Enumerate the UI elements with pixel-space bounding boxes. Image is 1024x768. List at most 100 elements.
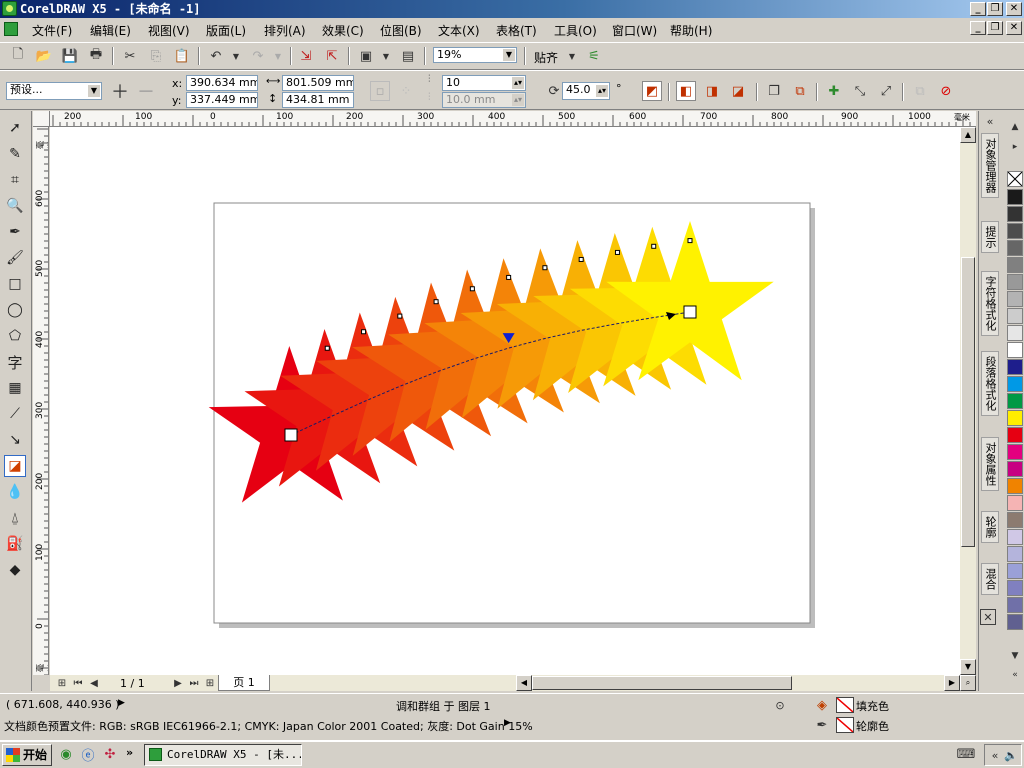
volume-icon[interactable]: 🔈 (1001, 745, 1021, 765)
delete-preset-icon[interactable]: － (136, 81, 156, 103)
scroll-right-icon[interactable]: ▶ (944, 675, 960, 691)
counterclockwise-blend-icon[interactable]: ◪ (728, 81, 748, 101)
options-icon[interactable]: ⚟ (584, 46, 604, 66)
zoom-tool-icon[interactable]: 🔍 (4, 195, 26, 217)
preset-dropdown-icon[interactable]: ▼ (88, 85, 100, 97)
blend-spacing-field[interactable]: 10.0 mm ▴▾ (442, 92, 526, 108)
palette-swatch[interactable] (1007, 563, 1023, 579)
blend-node-handle[interactable] (542, 265, 548, 271)
quicklaunch-more-icon[interactable]: » (126, 746, 133, 759)
palette-swatch[interactable] (1007, 461, 1023, 477)
save-icon[interactable]: 💾 (60, 46, 80, 66)
palette-swatch[interactable] (1007, 529, 1023, 545)
blend-node-handle[interactable] (324, 345, 330, 351)
palette-menu-icon[interactable]: ▸ (1005, 137, 1024, 157)
blend-tool-icon[interactable]: ◪ (4, 455, 26, 477)
docker-close-icon[interactable]: ✕ (980, 609, 996, 625)
scroll-up-icon[interactable]: ▲ (960, 127, 976, 143)
blend-end-handle[interactable] (683, 305, 697, 319)
snap-dropdown-icon[interactable]: ▼ (562, 46, 582, 66)
menu-help[interactable]: 帮助(H) (670, 22, 712, 39)
undo-icon[interactable]: ↶ (206, 46, 226, 66)
rotation-spinner-icon[interactable]: ▴▾ (596, 85, 608, 97)
start-button[interactable]: 开始 (2, 744, 52, 766)
freehand-tool-icon[interactable]: ✒ (4, 221, 26, 243)
doc-minimize-button[interactable]: _ (970, 21, 986, 35)
tab-page-1[interactable]: 页 1 (218, 675, 270, 691)
no-color-swatch[interactable] (1007, 171, 1023, 187)
undo-dropdown-icon[interactable]: ▼ (226, 46, 246, 66)
blend-node-handle[interactable] (361, 329, 367, 335)
steps-spinner-icon[interactable]: ▴▾ (512, 77, 524, 89)
adjust-acceleration-icon[interactable]: ⧉ (790, 81, 810, 101)
docker-tab-object-properties[interactable]: 对象属性 (981, 437, 999, 491)
zoom-level-select[interactable]: 19% ▼ (433, 47, 517, 63)
palette-swatch[interactable] (1007, 427, 1023, 443)
redo-icon[interactable]: ↷ (248, 46, 268, 66)
profile-expand-icon[interactable]: ▶ (504, 718, 511, 728)
blend-rotation-field[interactable]: 45.0 ▴▾ (562, 82, 610, 100)
paste-icon[interactable]: 📋 (172, 46, 192, 66)
drawing-canvas[interactable] (50, 127, 960, 675)
interactive-fill-tool-icon[interactable]: ◆ (4, 559, 26, 581)
menu-layout[interactable]: 版面(L) (206, 22, 246, 39)
direct-blend-icon[interactable]: ◧ (676, 81, 696, 101)
copy-blend-properties-icon[interactable]: ⧉ (910, 81, 930, 101)
print-icon[interactable]: 🖶 (86, 46, 106, 66)
cut-icon[interactable]: ✂ (120, 46, 140, 66)
y-position-field[interactable]: 337.449 mm (186, 92, 258, 108)
palette-swatch[interactable] (1007, 597, 1023, 613)
launcher-dropdown-icon[interactable]: ▼ (376, 46, 396, 66)
previous-page-icon[interactable]: ◀ (84, 673, 104, 693)
menu-table[interactable]: 表格(T) (496, 22, 537, 39)
pick-tool-icon[interactable]: ➚ (4, 117, 26, 139)
horizontal-scroll-thumb[interactable] (532, 676, 792, 690)
ruler-origin[interactable] (33, 111, 50, 127)
blend-node-handle[interactable] (469, 286, 475, 292)
fill-color-swatch[interactable] (836, 697, 854, 713)
spacing-spinner-icon[interactable]: ▴▾ (512, 94, 524, 106)
smart-fill-tool-icon[interactable]: 🖌 (4, 247, 26, 269)
palette-swatch[interactable] (1007, 223, 1023, 239)
palette-scroll-up-icon[interactable]: ▲ (1005, 117, 1024, 137)
palette-swatch[interactable] (1007, 614, 1023, 630)
palette-expand-icon[interactable]: « (1005, 665, 1024, 685)
outline-pen-tool-icon[interactable]: ⍙ (4, 507, 26, 529)
docker-tab-object-manager[interactable]: 对象管理器 (981, 133, 999, 198)
doc-restore-button[interactable]: ❐ (987, 21, 1003, 35)
redo-dropdown-icon[interactable]: ▼ (268, 46, 288, 66)
vertical-scroll-thumb[interactable] (961, 257, 975, 547)
blend-node-handle[interactable] (687, 238, 693, 244)
palette-swatch[interactable] (1007, 393, 1023, 409)
horizontal-ruler[interactable]: 200 100 0 100 200 300 400 500 600 700 80… (50, 111, 976, 127)
connector-tool-icon[interactable]: ↘ (4, 429, 26, 451)
color-proof-icon[interactable]: ⊙ (770, 695, 790, 715)
menu-arrange[interactable]: 排列(A) (264, 22, 306, 39)
palette-swatch[interactable] (1007, 342, 1023, 358)
chrome-icon[interactable]: ◉ (56, 744, 76, 764)
palette-swatch[interactable] (1007, 580, 1023, 596)
blend-node-handle[interactable] (506, 274, 512, 280)
text-tool-icon[interactable]: 字 (4, 351, 26, 373)
palette-swatch[interactable] (1007, 546, 1023, 562)
palette-swatch[interactable] (1007, 478, 1023, 494)
ellipse-tool-icon[interactable]: ◯ (4, 299, 26, 321)
blend-node-handle[interactable] (578, 256, 584, 262)
taskbar-coreldraw-button[interactable]: CorelDRAW X5 - [未... (144, 744, 302, 766)
palette-swatch[interactable] (1007, 257, 1023, 273)
docker-collapse-icon[interactable]: « (980, 111, 1000, 131)
palette-swatch[interactable] (1007, 512, 1023, 528)
add-preset-icon[interactable]: ＋ (110, 81, 130, 103)
blend-node-handle[interactable] (433, 299, 439, 305)
doc-close-button[interactable]: ✕ (1006, 21, 1022, 35)
color-profile-info[interactable]: 文档颜色预置文件: RGB: sRGB IEC61966-2.1; CMYK: … (4, 718, 533, 734)
dimension-tool-icon[interactable]: ⟋ (4, 403, 26, 425)
snap-to-menu[interactable]: 贴齐 (534, 49, 558, 66)
shape-tool-icon[interactable]: ✎ (4, 143, 26, 165)
palette-swatch[interactable] (1007, 410, 1023, 426)
vertical-scrollbar[interactable]: ▲ ▼ (960, 127, 976, 675)
polygon-tool-icon[interactable]: ⬠ (4, 325, 26, 347)
docker-tab-blend[interactable]: 混合 (981, 563, 999, 595)
export-icon[interactable]: ⇱ (322, 46, 342, 66)
open-folder-icon[interactable]: 📂 (34, 46, 54, 66)
